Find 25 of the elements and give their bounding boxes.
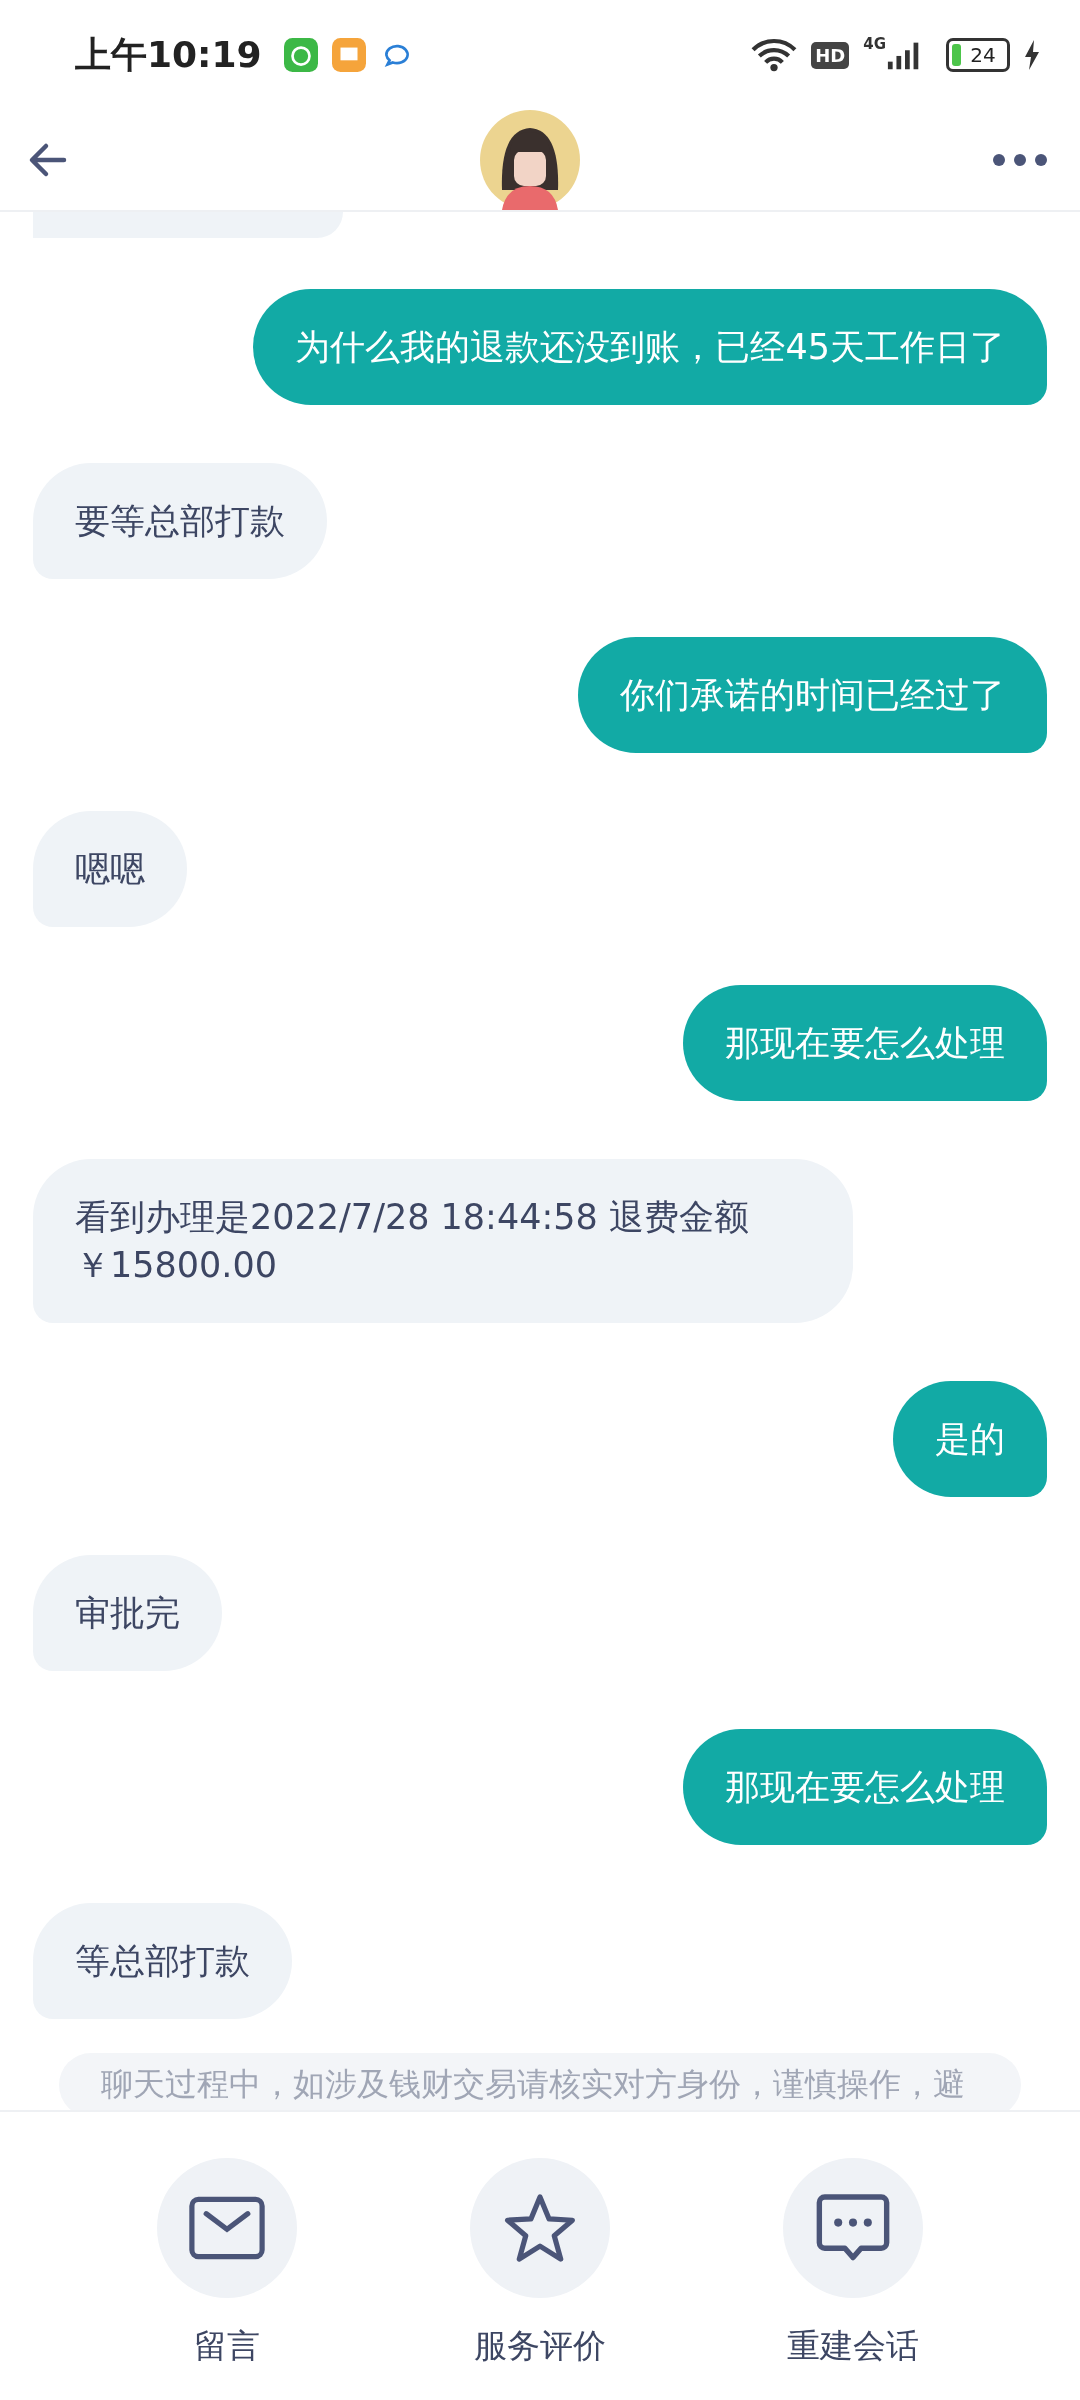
network-type: 4G	[863, 35, 886, 53]
wifi-icon	[751, 38, 798, 72]
message-bubble: 那现在要怎么处理	[683, 1729, 1047, 1845]
more-icon[interactable]	[992, 153, 1048, 167]
message-bubble: 等总部打款	[33, 1903, 292, 2019]
message-bubble: 那现在要怎么处理	[683, 985, 1047, 1101]
back-arrow-icon[interactable]	[28, 142, 68, 178]
avatar-icon[interactable]	[480, 110, 580, 210]
charging-icon	[1024, 40, 1040, 70]
message-bubble: 你们承诺的时间已经过了	[578, 637, 1047, 753]
message-bubble: 是的	[893, 1381, 1047, 1497]
app-notification-icon	[283, 38, 318, 72]
message-bubble: 嗯嗯	[33, 811, 187, 927]
status-time: 上午10:19	[75, 32, 262, 77]
message-bubble: 为什么我的退款还没到账，已经45天工作日了	[253, 289, 1047, 405]
message-bubble: 要等总部打款	[33, 463, 327, 579]
hd-badge: HD	[811, 41, 850, 69]
app-notification-icon	[331, 38, 366, 72]
message-bubble: 审批完	[33, 1555, 222, 1671]
action-label[interactable]: 重建会话	[787, 2324, 920, 2369]
action-label[interactable]: 服务评价	[474, 2324, 606, 2369]
message-bubble: 看到办理是2022/7/28 18:44:58 退费金额￥15800.00	[33, 1159, 853, 1323]
safety-notice: 聊天过程中，如涉及钱财交易请核实对方身份，谨慎操作，避	[59, 2053, 1021, 2110]
battery-indicator: 24	[946, 38, 1010, 72]
action-label[interactable]: 留言	[193, 2324, 260, 2369]
